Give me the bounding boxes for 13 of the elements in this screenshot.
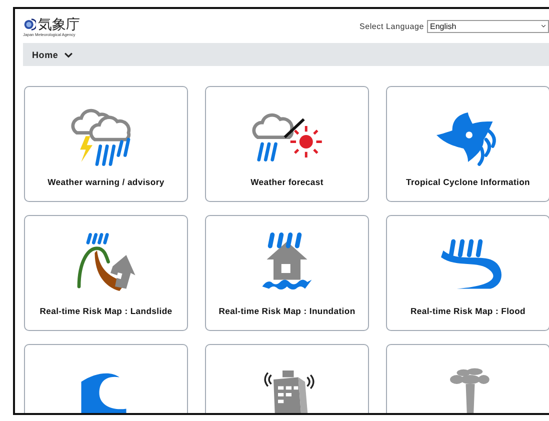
chevron-icon (64, 52, 74, 58)
menu-tile[interactable]: Tropical Cyclone Information (386, 86, 549, 202)
caret-icon (541, 24, 546, 28)
menu-tile[interactable]: Weather forecast (205, 86, 369, 202)
language-label: Select Language (359, 22, 424, 30)
logo-icon (23, 18, 36, 31)
home-menu[interactable]: Home (32, 50, 74, 60)
logo-text: 気象庁 (38, 18, 80, 32)
menu-tile[interactable]: Real-time Risk Map : Inundation (205, 215, 369, 331)
menu-tile[interactable]: Real-time Risk Map : Flood (386, 215, 549, 331)
language-select[interactable]: English (427, 20, 549, 32)
menu-tile[interactable]: Weather warning / advisory (24, 86, 188, 202)
menu-tile[interactable]: Real-time Risk Map : Landslide (24, 215, 188, 331)
